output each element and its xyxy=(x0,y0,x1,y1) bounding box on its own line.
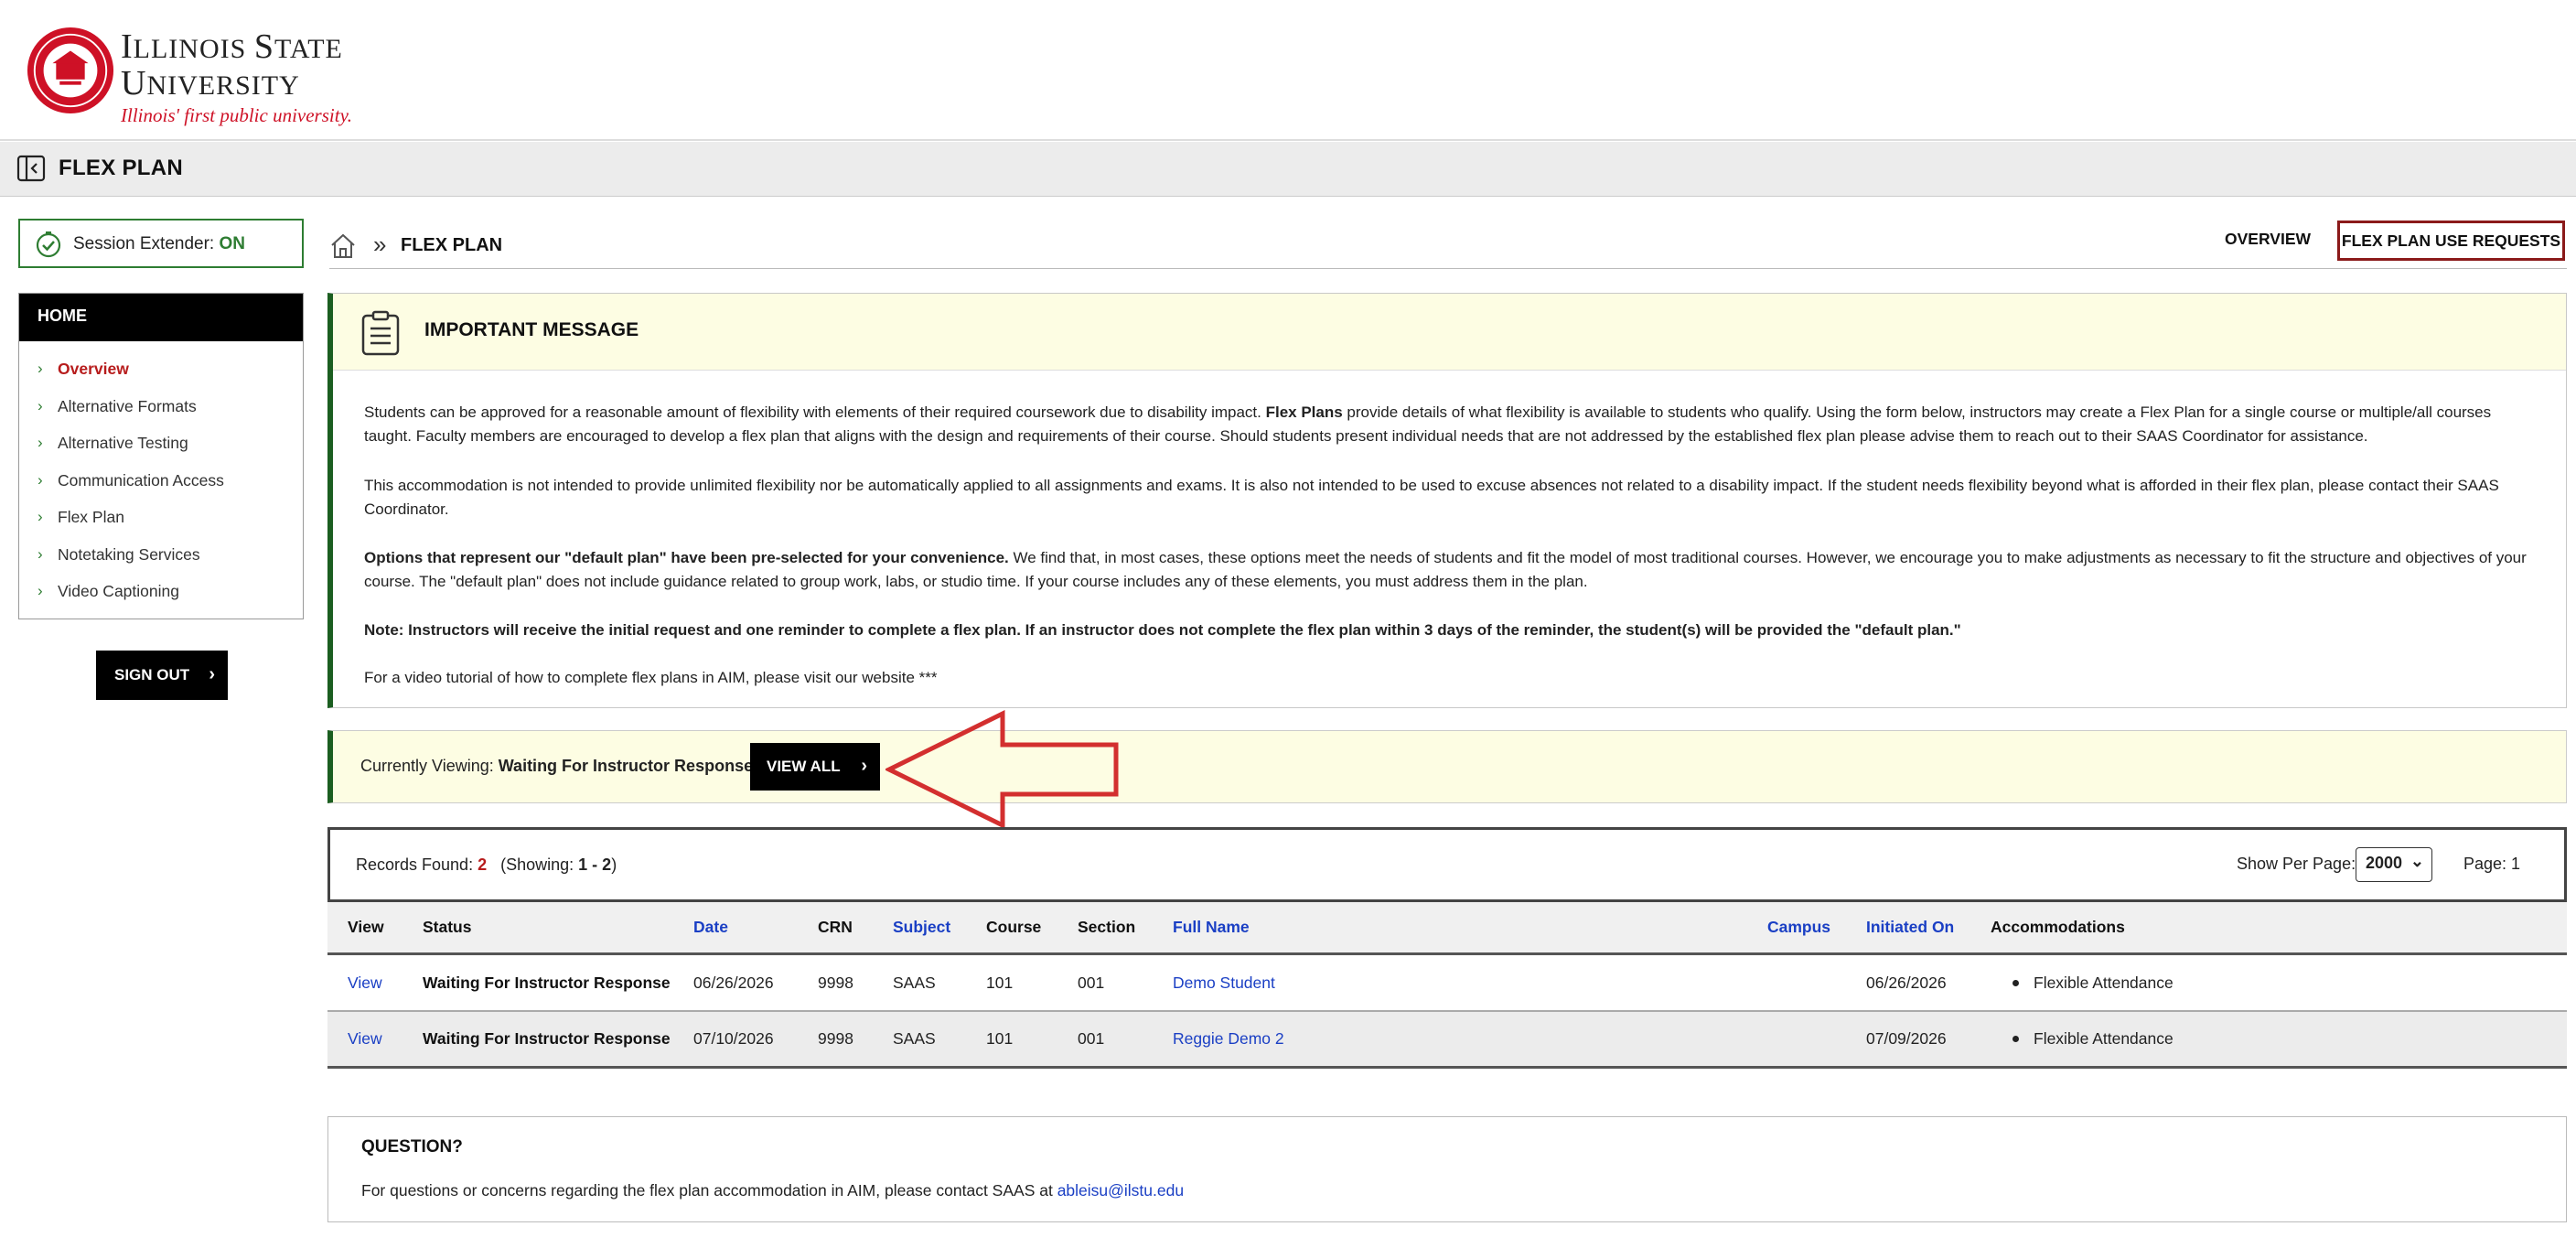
important-message-title: IMPORTANT MESSAGE xyxy=(424,319,639,340)
row-course: 101 xyxy=(986,1029,1014,1048)
sidebar-item-alternative-formats[interactable]: › Alternative Formats xyxy=(19,388,303,425)
view-link[interactable]: View xyxy=(348,955,382,1010)
column-full-name-sort[interactable]: Full Name xyxy=(1173,902,1250,952)
view-all-button[interactable]: VIEW ALL › xyxy=(750,743,880,791)
question-title: QUESTION? xyxy=(361,1137,463,1157)
row-status: Waiting For Instructor Response xyxy=(423,1029,671,1048)
session-extender-status: ON xyxy=(219,234,245,253)
message-paragraph-2: This accommodation is not intended to pr… xyxy=(364,477,2499,518)
chevron-right-icon: › xyxy=(38,360,43,377)
chevron-right-icon: › xyxy=(38,396,43,414)
message-clipboard-icon xyxy=(361,310,400,356)
view-link[interactable]: View xyxy=(348,1012,382,1066)
page-indicator: Page: 1 xyxy=(2463,855,2521,873)
sidebar-item-video-captioning[interactable]: › Video Captioning xyxy=(19,573,303,610)
sidebar-item-notetaking-services[interactable]: › Notetaking Services xyxy=(19,536,303,574)
column-accommodations: Accommodations xyxy=(1991,918,2125,936)
university-seal-logo[interactable] xyxy=(26,26,115,115)
sidebar-item-flex-plan[interactable]: › Flex Plan xyxy=(19,499,303,536)
home-icon[interactable] xyxy=(329,232,357,260)
sidebar-home-heading[interactable]: HOME xyxy=(19,294,303,341)
session-extender-label: Session Extender: ON xyxy=(73,234,245,253)
sidebar-collapse-icon[interactable] xyxy=(16,154,46,183)
records-found-label: Records Found: 2 (Showing: 1 - 2) xyxy=(356,855,617,874)
breadcrumb-divider xyxy=(329,268,2567,269)
saas-email-link[interactable]: ableisu@ilstu.edu xyxy=(1057,1181,1184,1200)
records-bar: Records Found: 2 (Showing: 1 - 2) Show P… xyxy=(327,827,2567,902)
chevron-right-icon: › xyxy=(38,434,43,451)
chevron-right-icon: › xyxy=(38,544,43,563)
column-course: Course xyxy=(986,918,1042,936)
flex-plan-use-requests-button[interactable]: FLEX PLAN USE REQUESTS xyxy=(2337,221,2565,261)
university-tagline: Illinois' first public university. xyxy=(121,104,352,126)
overview-link[interactable]: OVERVIEW xyxy=(2225,230,2311,249)
row-crn: 9998 xyxy=(818,1029,853,1048)
row-section: 001 xyxy=(1078,1029,1105,1048)
student-name-link[interactable]: Reggie Demo 2 xyxy=(1173,1012,1284,1066)
row-crn: 9998 xyxy=(818,973,853,992)
row-date: 07/10/2026 xyxy=(693,1029,774,1048)
row-initiated-on: 07/09/2026 xyxy=(1866,1029,1947,1048)
message-paragraph-4: Note: Instructors will receive the initi… xyxy=(364,621,1961,639)
question-panel: QUESTION? For questions or concerns rega… xyxy=(327,1116,2567,1222)
site-header: ILLINOIS STATE UNIVERSITY Illinois' firs… xyxy=(0,0,2576,141)
row-accommodations: Flexible Attendance xyxy=(1991,1012,2174,1066)
table-row: View Waiting For Instructor Response 07/… xyxy=(327,1012,2567,1069)
sidebar-item-communication-access[interactable]: › Communication Access xyxy=(19,462,303,500)
page-title: FLEX PLAN xyxy=(59,156,184,180)
row-status: Waiting For Instructor Response xyxy=(423,973,671,992)
row-section: 001 xyxy=(1078,973,1105,992)
column-initiated-on-sort[interactable]: Initiated On xyxy=(1866,902,1954,952)
column-campus-sort[interactable]: Campus xyxy=(1767,902,1830,952)
session-extender-toggle[interactable]: Session Extender: ON xyxy=(18,219,304,268)
message-paragraph-1: Students can be approved for a reasonabl… xyxy=(364,403,2492,445)
breadcrumb-separator: » xyxy=(373,231,387,258)
per-page-select[interactable]: 2000 ⌄ xyxy=(2356,847,2432,882)
chevron-right-icon: › xyxy=(38,508,43,525)
row-date: 06/26/2026 xyxy=(693,973,774,992)
column-crn: CRN xyxy=(818,918,853,936)
bullet-icon xyxy=(2012,1036,2019,1042)
currently-viewing-bar: Currently Viewing: Waiting For Instructo… xyxy=(327,730,2567,803)
currently-viewing-value: Waiting For Instructor Response xyxy=(498,757,754,775)
row-subject: SAAS xyxy=(893,973,936,992)
column-status: Status xyxy=(423,918,472,936)
column-view: View xyxy=(348,918,384,936)
row-subject: SAAS xyxy=(893,1029,936,1048)
message-paragraph-5: For a video tutorial of how to complete … xyxy=(364,669,938,686)
sidebar-item-overview[interactable]: › Overview xyxy=(19,350,303,388)
message-paragraph-3: Options that represent our "default plan… xyxy=(364,549,2527,590)
per-page-label: Show Per Page: xyxy=(2237,855,2356,873)
sidebar-nav: HOME › Overview › Alternative Formats › Alt… xyxy=(18,293,304,619)
important-message-header: IMPORTANT MESSAGE xyxy=(333,294,2566,371)
chevron-down-icon: ⌄ xyxy=(2410,852,2424,870)
university-wordmark[interactable]: ILLINOIS STATE UNIVERSITY Illinois' firs… xyxy=(121,29,352,127)
records-count: 2 xyxy=(478,855,488,874)
bullet-icon xyxy=(2012,979,2019,986)
sidebar-item-alternative-testing[interactable]: › Alternative Testing xyxy=(19,425,303,462)
student-name-link[interactable]: Demo Student xyxy=(1173,955,1275,1010)
chevron-right-icon: › xyxy=(38,582,43,599)
table-header: View Status Date CRN Subject Course Sect… xyxy=(327,902,2567,955)
chevron-right-icon: › xyxy=(38,470,43,489)
question-text: For questions or concerns regarding the … xyxy=(361,1181,1185,1200)
chevron-right-icon: › xyxy=(209,664,215,684)
title-bar: FLEX PLAN xyxy=(0,142,2576,197)
red-arrow-annotation xyxy=(886,710,1119,829)
breadcrumb-current: FLEX PLAN xyxy=(401,235,503,255)
session-check-icon xyxy=(36,231,61,258)
column-section: Section xyxy=(1078,918,1136,936)
sign-out-button[interactable]: SIGN OUT › xyxy=(96,651,228,700)
flex-plan-table: View Status Date CRN Subject Course Sect… xyxy=(327,902,2567,1069)
column-date-sort[interactable]: Date xyxy=(693,902,728,952)
currently-viewing-label: Currently Viewing: Waiting For Instructo… xyxy=(360,757,754,775)
row-initiated-on: 06/26/2026 xyxy=(1866,973,1947,992)
column-subject-sort[interactable]: Subject xyxy=(893,902,950,952)
row-accommodations: Flexible Attendance xyxy=(1991,955,2174,1010)
row-course: 101 xyxy=(986,973,1014,992)
chevron-right-icon: › xyxy=(861,756,867,776)
table-row: View Waiting For Instructor Response 06/… xyxy=(327,955,2567,1012)
